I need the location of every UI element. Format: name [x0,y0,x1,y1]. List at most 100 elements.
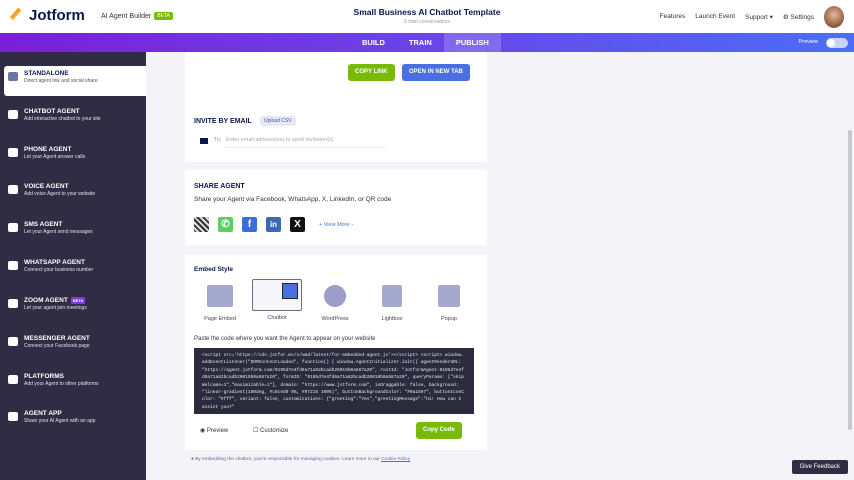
chat-icon [8,110,18,119]
tab-train[interactable]: TRAIN [397,33,444,52]
beta-badge: BETA [70,297,86,304]
app-header: Jotform AI Agent Builder BETA Small Busin… [0,0,854,33]
scrollbar[interactable] [848,130,852,430]
messenger-icon [8,337,18,346]
sms-icon [8,223,18,232]
sidebar-item-whatsapp[interactable]: WHATSAPP AGENT Connect your business numb… [4,255,146,285]
whatsapp-icon [8,261,18,270]
facebook-share-icon[interactable]: f [242,217,257,232]
upload-csv-button[interactable]: Upload CSV [260,116,296,126]
sidebar-item-desc: Share your AI Agent with an app [24,418,96,424]
sidebar-item-label: SMS AGENT [24,221,63,228]
nav-features[interactable]: Features [660,13,686,21]
sidebar-item-desc: Add interactive chatbot to your site [24,116,101,122]
sidebar-item-label: PLATFORMS [24,373,64,380]
sidebar-item-sms[interactable]: SMS AGENT Let your Agent send messages [4,217,146,247]
sidebar-item-messenger[interactable]: MESSENGER AGENT Connect your Facebook pag… [4,331,146,361]
app-icon [8,412,18,421]
sidebar-item-desc: Add voice Agent to your website [24,191,96,197]
sidebar-item-label: MESSENGER AGENT [24,335,90,342]
email-input[interactable]: Enter email address(es) to send invitati… [226,137,386,148]
sidebar-item-label: CHATBOT AGENT [24,108,80,115]
embed-option-label: WordPress [321,316,349,322]
sidebar-item-label: ZOOM AGENT [24,297,68,304]
open-new-tab-button[interactable]: OPEN IN NEW TAB [402,64,470,81]
lightbox-thumb [382,285,402,307]
embed-instruction: Paste the code where you want the Agent … [194,336,376,342]
preview-toggle[interactable] [826,38,848,48]
cookie-note: ● By embedding the chatbot, you're respo… [191,457,410,462]
sidebar-item-standalone[interactable]: STANDALONE Direct agent link and social s… [4,66,146,96]
sidebar-item-desc: Add your Agent to other platforms [24,381,99,387]
header-nav: Features Launch Event Support ▾ ⚙ Settin… [660,13,814,21]
mail-icon [200,138,208,144]
edit-icon: ☐ [253,428,261,434]
sidebar-item-zoom[interactable]: ZOOM AGENT BETA Let your agent join meetin… [4,293,146,323]
cookie-note-text: By embedding the chatbot, you're respons… [195,457,380,462]
copy-code-button[interactable]: Copy Code [416,422,462,439]
page-embed-thumb [207,285,233,307]
sidebar-item-label: AGENT APP [24,410,62,417]
copy-link-button[interactable]: COPY LINK [348,64,395,81]
embed-option-lightbox[interactable]: Lightbox [367,280,417,322]
sidebar-item-voice[interactable]: VOICE AGENT Add voice Agent to your websi… [4,179,146,209]
embed-option-label: Page Embed [204,316,236,322]
sidebar-item-desc: Let your Agent answer calls [24,154,86,160]
sidebar-item-desc: Let your Agent send messages [24,229,93,235]
chatbot-thumb [252,279,302,311]
embed-style-title: Embed Style [194,266,234,273]
phone-icon [8,148,18,157]
invite-title: INVITE BY EMAIL [194,118,252,125]
nav-support[interactable]: Support ▾ [745,13,773,21]
link-icon [8,72,18,81]
sidebar-item-desc: Let your agent join meetings [24,305,87,311]
share-card [185,170,487,245]
sidebar-item-label: VOICE AGENT [24,183,69,190]
preview-label: Preview [798,39,818,45]
linkedin-share-icon[interactable]: in [266,217,281,232]
avatar[interactable] [824,6,844,28]
zoom-icon [8,299,18,308]
embed-option-label: Lightbox [381,316,403,322]
publish-sidebar: STANDALONE Direct agent link and social s… [0,52,146,480]
preview-text: Preview [206,428,229,434]
view-more-link[interactable]: + View More › [319,222,353,228]
preview-button[interactable]: ◉ Preview [200,427,228,434]
sidebar-item-label: STANDALONE [24,70,69,77]
customize-button[interactable]: ☐ Customize [253,427,288,434]
qr-code-icon[interactable] [194,217,209,232]
cookie-policy-link[interactable]: Cookie Policy [381,457,410,462]
embed-option-wordpress[interactable]: WordPress [310,280,360,322]
popup-thumb [438,285,460,307]
embed-option-page-embed[interactable]: Page Embed [195,280,245,322]
nav-settings[interactable]: ⚙ Settings [783,13,814,21]
voice-icon [8,185,18,194]
sidebar-item-desc: Direct agent link and social share [24,78,98,84]
sidebar-item-label: PHONE AGENT [24,146,72,153]
sidebar-item-agent-app[interactable]: AGENT APP Share your AI Agent with an app [4,406,146,436]
customize-text: Customize [260,428,289,434]
sidebar-item-desc: Connect your business number [24,267,94,273]
embed-option-label: Popup [441,316,457,322]
wordpress-icon [324,285,346,307]
x-share-icon[interactable]: X [290,217,305,232]
builder-tabs-bar: BUILD TRAIN PUBLISH Preview [0,33,854,52]
give-feedback-button[interactable]: Give Feedback [791,460,848,474]
sidebar-item-chatbot[interactable]: CHATBOT AGENT Add interactive chatbot to … [4,104,146,134]
embed-option-label: Chatbot [267,315,287,321]
embed-code-box[interactable]: <script src='https://cdn.jotfor.ms/s/umd… [194,348,474,414]
sidebar-item-platforms[interactable]: PLATFORMS Add your Agent to other platfor… [4,369,146,399]
to-label: To: [214,137,222,143]
sidebar-item-label: WHATSAPP AGENT [24,259,85,266]
tab-publish[interactable]: PUBLISH [443,33,501,52]
share-title: SHARE AGENT [194,183,245,190]
whatsapp-share-icon[interactable]: ✆ [218,217,233,232]
sidebar-item-phone[interactable]: PHONE AGENT Let your Agent answer calls [4,142,146,172]
share-desc: Share your Agent via Facebook, WhatsApp,… [194,196,392,203]
embed-option-chatbot[interactable]: Chatbot [252,279,302,321]
embed-option-popup[interactable]: Popup [424,280,474,322]
platforms-icon [8,375,18,384]
nav-launch-event[interactable]: Launch Event [695,13,735,21]
tab-build[interactable]: BUILD [350,33,397,52]
sidebar-item-desc: Connect your Facebook page [24,343,90,349]
